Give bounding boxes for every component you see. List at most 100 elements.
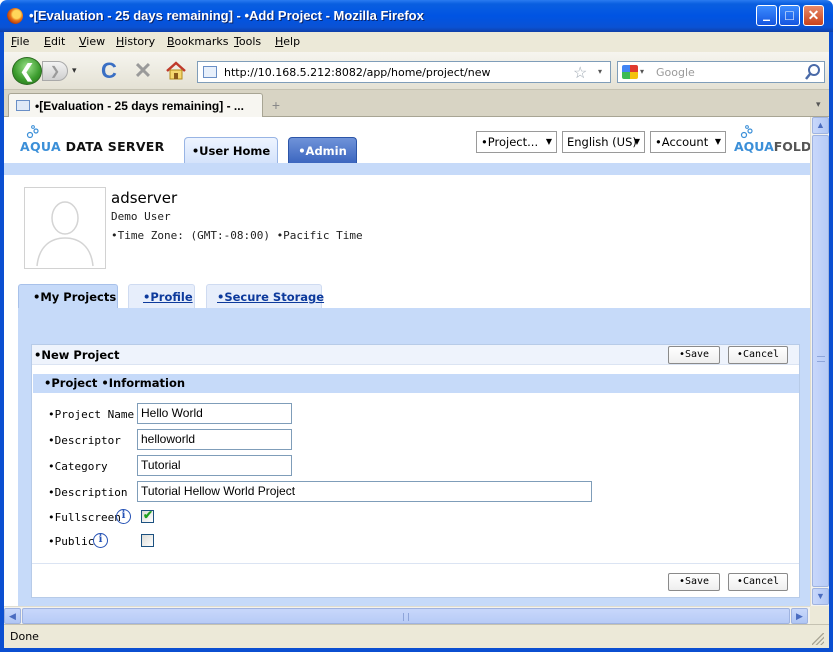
status-bar: Done: [4, 624, 829, 648]
back-button[interactable]: ❮: [12, 57, 42, 85]
user-silhouette-icon: [36, 201, 94, 267]
minimize-icon: –: [762, 11, 771, 27]
caret-down-icon: ▼: [714, 137, 721, 146]
new-tab-icon[interactable]: +: [267, 96, 285, 114]
language-dropdown-label: English (US): [567, 135, 637, 149]
home-icon[interactable]: [164, 59, 188, 83]
new-project-panel: •New Project •Save •Cancel •Project •Inf…: [31, 344, 800, 598]
vertical-scroll-thumb[interactable]: [812, 135, 829, 587]
descriptor-label: •Descriptor: [48, 434, 121, 447]
browser-tab[interactable]: •[Evaluation - 25 days remaining] - ...: [8, 93, 263, 117]
tab-list-icon[interactable]: ▾: [816, 99, 821, 110]
navigation-toolbar: ❮ ❯ ▾ C ✕ http://10.168.5.212:8082/app/h…: [4, 52, 829, 90]
section-title: •Project •Information: [44, 376, 186, 390]
menu-history[interactable]: History: [116, 35, 155, 48]
maximize-icon: □: [785, 7, 794, 23]
app-header: AQUA DATA SERVER •User Home •Admin •Proj…: [4, 117, 810, 163]
caret-down-icon: ▼: [545, 137, 552, 146]
url-text[interactable]: http://10.168.5.212:8082/app/home/projec…: [224, 66, 491, 79]
account-dropdown-label: •Account: [655, 135, 709, 149]
category-label: •Category: [48, 460, 108, 473]
reload-icon[interactable]: C: [98, 60, 120, 82]
language-dropdown[interactable]: English (US) ▼: [562, 131, 645, 153]
tab-profile[interactable]: •Profile: [128, 284, 195, 309]
logo-bubbles-icon: [740, 125, 753, 139]
search-placeholder[interactable]: Google: [656, 66, 695, 79]
user-full-name: Demo User: [111, 210, 171, 223]
logo-accent: AQUA: [20, 139, 61, 154]
menu-tools[interactable]: Tools: [234, 35, 261, 48]
logo-right-accent: AQUA: [734, 139, 774, 154]
horizontal-scrollbar[interactable]: ◀ ▶: [4, 606, 810, 624]
tab-user-home[interactable]: •User Home: [184, 137, 278, 163]
url-dropdown-icon[interactable]: ▾: [598, 67, 602, 76]
forward-arrow-icon: ❯: [49, 64, 61, 78]
public-checkbox[interactable]: [141, 534, 154, 547]
user-timezone: •Time Zone: (GMT:-08:00) •Pacific Time: [111, 229, 363, 242]
minimize-button[interactable]: –: [756, 5, 777, 27]
save-button[interactable]: •Save: [668, 346, 720, 364]
window-frame-right: [829, 32, 833, 652]
scroll-corner: [810, 606, 829, 624]
bookmark-star-icon[interactable]: ☆: [573, 63, 587, 83]
account-dropdown[interactable]: •Account ▼: [650, 131, 726, 153]
search-bar[interactable]: ▾ Google: [617, 61, 825, 83]
menu-bookmarks[interactable]: Bookmarks: [167, 35, 228, 48]
resize-grip-icon[interactable]: [812, 633, 824, 645]
tab-admin[interactable]: •Admin: [288, 137, 357, 163]
search-engine-dropdown-icon[interactable]: ▾: [640, 67, 644, 76]
public-label: •Public: [48, 535, 95, 548]
vertical-scrollbar[interactable]: ▲ ▼: [810, 117, 829, 606]
panel-title: •New Project: [34, 348, 120, 362]
menu-file[interactable]: File: [11, 35, 29, 48]
save-button-bottom[interactable]: •Save: [668, 573, 720, 591]
back-arrow-icon: ❮: [19, 61, 35, 81]
cancel-button-bottom[interactable]: •Cancel: [728, 573, 788, 591]
horizontal-scroll-thumb[interactable]: [22, 608, 790, 624]
menubar: File Edit View History Bookmarks Tools H…: [4, 32, 829, 52]
status-text: Done: [10, 630, 39, 643]
description-input[interactable]: Tutorial Hellow World Project: [137, 481, 592, 502]
url-bar[interactable]: http://10.168.5.212:8082/app/home/projec…: [197, 61, 611, 83]
logo-rest: DATA SERVER: [60, 139, 165, 154]
browser-tab-strip: •[Evaluation - 25 days remaining] - ... …: [4, 90, 829, 117]
tab-my-projects[interactable]: •My Projects: [18, 284, 118, 309]
descriptor-input[interactable]: helloworld: [137, 429, 292, 450]
history-dropdown-icon[interactable]: ▾: [72, 65, 82, 77]
search-icon[interactable]: [804, 63, 822, 81]
panel-footer-divider: [32, 563, 799, 564]
tab-secure-storage[interactable]: •Secure Storage: [206, 284, 324, 309]
close-window-button[interactable]: ✕: [803, 5, 824, 26]
google-engine-icon[interactable]: [622, 65, 638, 79]
stop-icon[interactable]: ✕: [132, 60, 154, 82]
browser-tab-label: •[Evaluation - 25 days remaining] - ...: [35, 99, 244, 113]
window-frame-bottom: [0, 648, 833, 652]
fullscreen-info-icon[interactable]: i: [116, 509, 131, 524]
fullscreen-label: •Fullscreen: [48, 511, 121, 524]
scroll-down-icon[interactable]: ▼: [812, 588, 829, 605]
section-header: •Project •Information: [33, 374, 799, 393]
caret-down-icon: ▼: [633, 137, 640, 146]
project-name-input[interactable]: Hello World: [137, 403, 292, 424]
public-info-icon[interactable]: i: [93, 533, 108, 548]
category-input[interactable]: Tutorial: [137, 455, 292, 476]
menu-view[interactable]: View: [79, 35, 105, 48]
logo-right-rest: FOLD: [773, 139, 810, 154]
tab-favicon-icon: [16, 100, 30, 111]
project-dropdown[interactable]: •Project... ▼: [476, 131, 557, 153]
menu-help[interactable]: Help: [275, 35, 300, 48]
close-icon: ✕: [807, 7, 820, 23]
cancel-button[interactable]: •Cancel: [728, 346, 788, 364]
menu-edit[interactable]: Edit: [44, 35, 65, 48]
aquafold-logo[interactable]: AQUAFOLD: [734, 123, 810, 157]
scroll-right-icon[interactable]: ▶: [791, 608, 808, 624]
username: adserver: [111, 189, 178, 207]
scroll-left-icon[interactable]: ◀: [4, 608, 21, 624]
maximize-button[interactable]: □: [779, 5, 800, 26]
fullscreen-checkbox[interactable]: ✔: [141, 508, 154, 523]
scroll-up-icon[interactable]: ▲: [812, 117, 829, 134]
window-titlebar: •[Evaluation - 25 days remaining] - •Add…: [0, 0, 833, 32]
panel-header: •New Project •Save •Cancel: [32, 345, 799, 365]
forward-button[interactable]: ❯: [42, 61, 68, 81]
description-label: •Description: [48, 486, 128, 499]
